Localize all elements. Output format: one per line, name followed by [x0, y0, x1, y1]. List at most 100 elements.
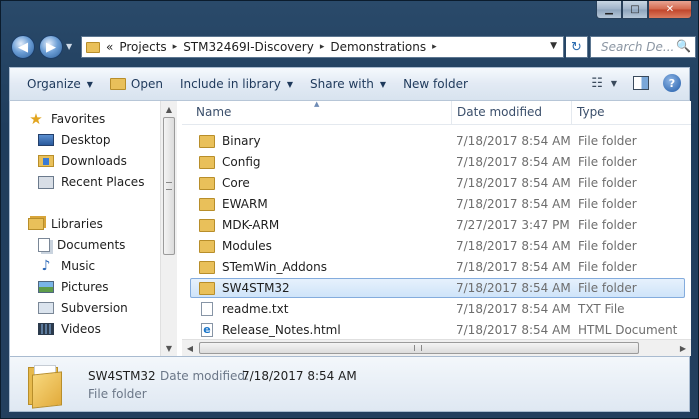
table-row[interactable]: Core 7/18/2017 8:54 AM File folder	[190, 173, 685, 193]
music-icon: ♪	[41, 258, 51, 274]
file-name-cell: EWARM	[199, 197, 268, 211]
search-icon[interactable]: 🔍	[676, 39, 691, 53]
maximize-button[interactable]: □	[622, 1, 648, 19]
column-divider[interactable]	[571, 101, 572, 125]
nav-music[interactable]: ♪ Music	[38, 258, 96, 274]
include-in-library-button[interactable]: Include in library ▼	[180, 77, 293, 91]
breadcrumb-stm32469i-discovery[interactable]: STM32469I-Discovery	[183, 40, 314, 54]
breadcrumb-chevron-icon[interactable]: ▸	[173, 42, 178, 52]
nav-favorites[interactable]: ★ Favorites	[28, 110, 106, 128]
file-name-cell: readme.txt	[199, 302, 288, 316]
file-type-cell: File folder	[578, 134, 637, 148]
table-row[interactable]: readme.txt 7/18/2017 8:54 AM TXT File	[190, 299, 685, 319]
folder-icon	[199, 155, 215, 169]
breadcrumb-projects[interactable]: Projects	[119, 40, 166, 54]
table-row[interactable]: Config 7/18/2017 8:54 AM File folder	[190, 152, 685, 172]
search-input[interactable]: Search De... 🔍	[590, 36, 696, 58]
recent-places-icon	[38, 175, 54, 189]
column-header-date-modified[interactable]: Date modified	[457, 105, 542, 119]
nav-recent-places[interactable]: Recent Places	[38, 175, 144, 189]
desktop-icon	[38, 134, 54, 146]
file-name-cell: Modules	[199, 239, 272, 253]
table-row[interactable]: SW4STM32 7/18/2017 8:54 AM File folder	[190, 278, 685, 298]
table-row[interactable]: Binary 7/18/2017 8:54 AM File folder	[190, 131, 685, 151]
caption-buttons: ▁ □ ✕	[596, 1, 692, 19]
forward-button[interactable]: ▶	[39, 35, 63, 59]
table-row[interactable]: e Release_Notes.html 7/18/2017 8:54 AM HTML…	[190, 320, 685, 340]
view-dropdown-icon[interactable]: ▼	[611, 79, 617, 88]
scroll-up-icon[interactable]: ▲	[161, 101, 177, 117]
help-icon[interactable]: ?	[663, 74, 681, 92]
breadcrumb-chevron-icon[interactable]: ▸	[320, 42, 325, 52]
minimize-button[interactable]: ▁	[596, 1, 622, 19]
nav-pictures[interactable]: Pictures	[38, 280, 109, 294]
folder-icon	[199, 239, 215, 253]
nav-libraries[interactable]: Libraries	[28, 217, 103, 231]
close-button[interactable]: ✕	[648, 1, 692, 19]
preview-pane-icon[interactable]	[633, 76, 649, 90]
breadcrumb-chevron-icon[interactable]: ▸	[432, 42, 437, 52]
nav-label: Music	[61, 259, 96, 273]
scroll-thumb[interactable]	[163, 117, 175, 255]
back-button[interactable]: ◀	[11, 35, 35, 59]
file-type-cell: File folder	[578, 281, 637, 295]
table-row[interactable]: EWARM 7/18/2017 8:54 AM File folder	[190, 194, 685, 214]
table-row[interactable]: MDK-ARM 7/27/2017 3:47 PM File folder	[190, 215, 685, 235]
file-date-cell: 7/18/2017 8:54 AM	[456, 155, 571, 169]
text-file-icon	[201, 302, 213, 316]
new-folder-button[interactable]: New folder	[403, 77, 468, 91]
grip-icon	[414, 345, 422, 351]
breadcrumb-overflow[interactable]: «	[106, 40, 113, 54]
chevron-down-icon: ▼	[379, 79, 387, 89]
address-bar[interactable]: « Projects ▸ STM32469I-Discovery ▸ Demon…	[81, 36, 564, 58]
command-bar: Organize ▼ Open Include in library ▼ Sha…	[9, 67, 690, 101]
file-name-cell: Core	[199, 176, 250, 190]
open-folder-icon	[109, 78, 126, 90]
column-divider[interactable]	[451, 101, 452, 125]
nav-label: Recent Places	[61, 175, 145, 189]
scroll-thumb[interactable]	[199, 342, 639, 354]
folder-icon	[199, 218, 215, 232]
chevron-down-icon: ▼	[86, 79, 93, 89]
file-type-cell: HTML Document	[578, 323, 678, 337]
nav-downloads[interactable]: Downloads	[38, 154, 127, 168]
nav-videos[interactable]: Videos	[38, 322, 101, 336]
scroll-right-icon[interactable]: ▶	[675, 340, 691, 356]
table-row[interactable]: STemWin_Addons 7/18/2017 8:54 AM File fold…	[190, 257, 685, 277]
column-header-name[interactable]: Name	[196, 105, 231, 119]
file-name: Config	[222, 155, 261, 169]
nav-pane-scrollbar[interactable]: ▲ ▼	[160, 101, 177, 356]
nav-label: Favorites	[51, 112, 106, 126]
libraries-icon	[28, 218, 44, 230]
content-area: ★ Favorites Desktop Downloads Recent Pla…	[9, 100, 691, 356]
scroll-left-icon[interactable]: ◀	[182, 340, 198, 356]
file-name: readme.txt	[222, 302, 289, 316]
scroll-down-icon[interactable]: ▼	[161, 340, 177, 356]
address-dropdown-icon[interactable]: ▼	[550, 41, 557, 51]
recent-pages-dropdown[interactable]: ▼	[66, 42, 72, 51]
breadcrumb-demonstrations[interactable]: Demonstrations	[330, 40, 426, 54]
file-type-cell: File folder	[578, 155, 637, 169]
share-with-button[interactable]: Share with ▼	[310, 77, 386, 91]
open-button[interactable]: Open	[109, 77, 163, 91]
grip-icon	[166, 182, 172, 190]
file-name: Binary	[222, 134, 261, 148]
nav-documents[interactable]: Documents	[38, 238, 125, 252]
nav-subversion[interactable]: Subversion	[38, 301, 128, 315]
file-name-cell: SW4STM32	[199, 281, 290, 295]
downloads-icon	[38, 155, 54, 167]
nav-desktop[interactable]: Desktop	[38, 133, 111, 147]
open-label: Open	[130, 77, 163, 91]
details-date-label: Date modified:	[160, 369, 250, 383]
new-folder-label: New folder	[403, 77, 468, 91]
file-date-cell: 7/18/2017 8:54 AM	[456, 239, 571, 253]
file-date-cell: 7/18/2017 8:54 AM	[456, 260, 571, 274]
column-header-type[interactable]: Type	[577, 105, 605, 119]
details-pane: SW4STM32 Date modified: 7/18/2017 8:54 A…	[9, 356, 690, 412]
organize-button[interactable]: Organize ▼	[27, 77, 93, 91]
file-name-cell: e Release_Notes.html	[199, 323, 341, 337]
file-list-horizontal-scrollbar[interactable]: ◀ ▶	[182, 339, 691, 356]
change-view-icon[interactable]: ☷	[591, 76, 603, 91]
table-row[interactable]: Modules 7/18/2017 8:54 AM File folder	[190, 236, 685, 256]
refresh-button[interactable]: ↻	[566, 36, 588, 58]
